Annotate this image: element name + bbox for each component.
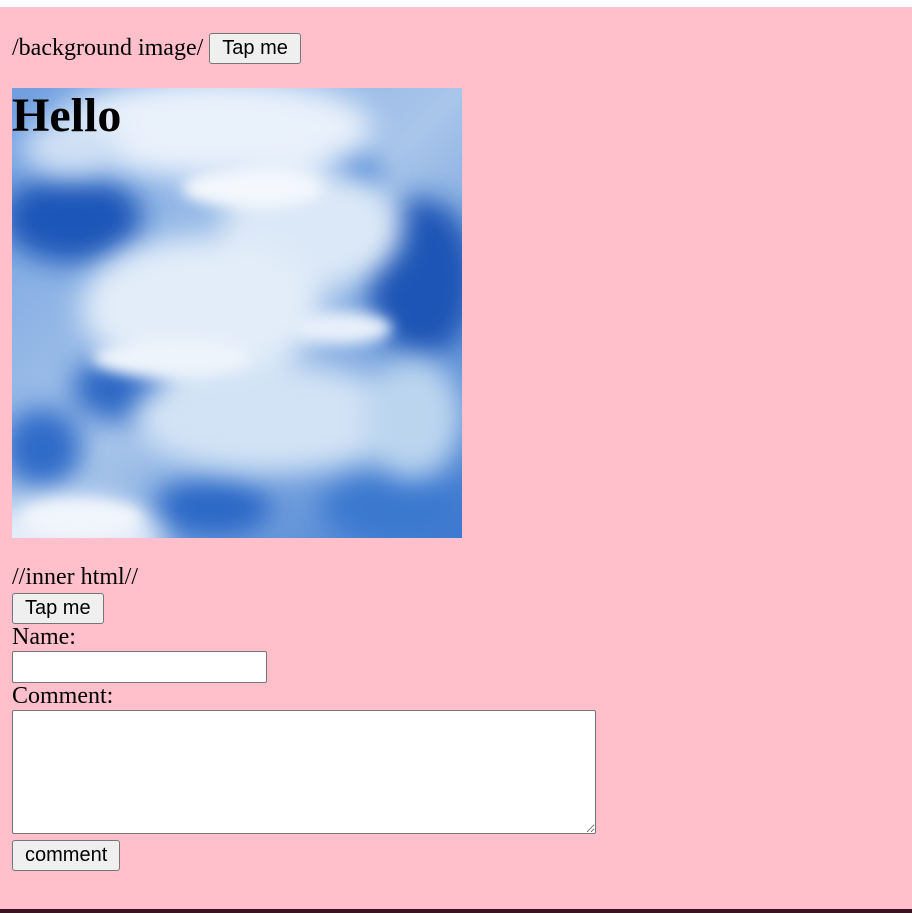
inner-html-label: //inner html// xyxy=(12,564,138,590)
background-image-label: /background image/ xyxy=(12,34,204,61)
bottom-edge-bar xyxy=(0,909,912,913)
tap-me-button-top[interactable]: Tap me xyxy=(209,32,301,64)
name-label: Name: xyxy=(12,624,76,650)
hello-heading: Hello xyxy=(12,89,122,142)
comment-submit-button[interactable]: comment xyxy=(12,840,121,871)
background-image-row: /background image/ Tap me xyxy=(12,31,301,65)
cloud-sky-image xyxy=(12,88,462,538)
sky-background-image: Hello xyxy=(12,88,462,538)
page-body: /background image/ Tap me Hello //inner … xyxy=(0,7,912,909)
comment-label: Comment: xyxy=(12,683,114,709)
comment-textarea[interactable] xyxy=(12,710,596,834)
tap-me-button-inner[interactable]: Tap me xyxy=(12,593,104,624)
name-input[interactable] xyxy=(12,651,267,683)
